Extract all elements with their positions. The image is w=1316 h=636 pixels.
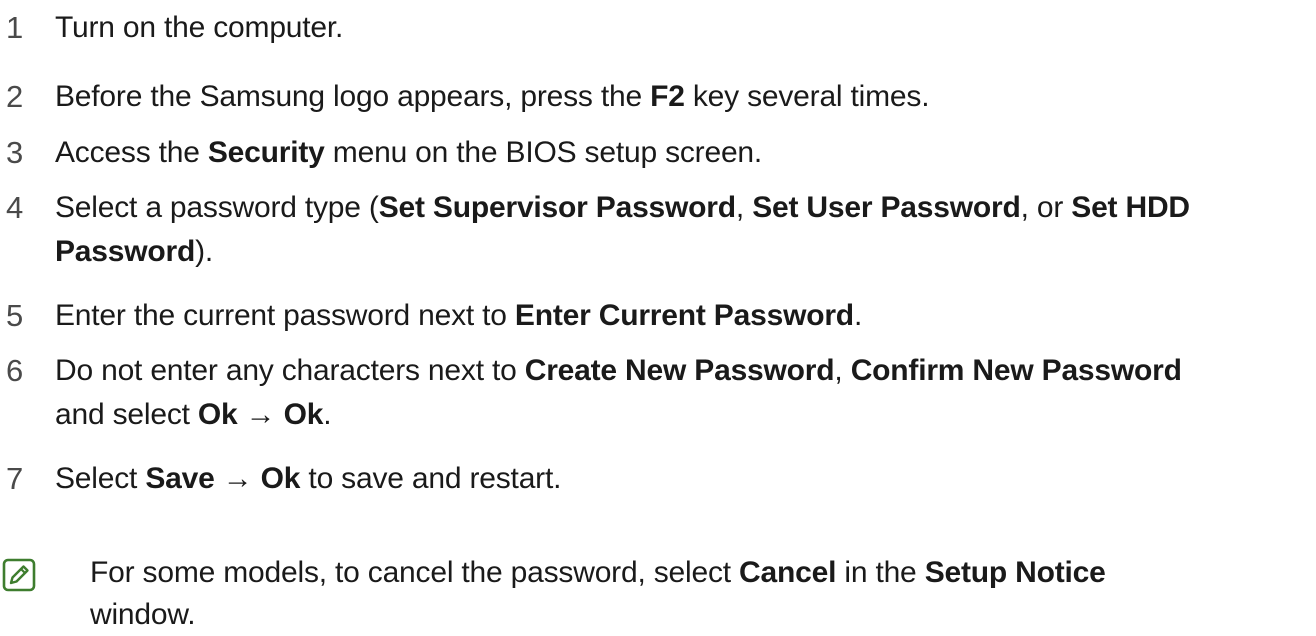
text-run: to save and restart. [300, 462, 562, 495]
step-text: Enter the current password next to Enter… [55, 294, 1310, 338]
bold-term: Set User Password [752, 191, 1021, 224]
step-text: Do not enter any characters next to Crea… [55, 349, 1310, 437]
bold-term: Enter Current Password [514, 299, 854, 332]
text-run: . [323, 398, 332, 431]
step-text: Turn on the computer. [55, 6, 1310, 50]
step-text: Access the Security menu on the BIOS set… [55, 131, 1310, 175]
note-text-line: For some models, to cancel the password,… [90, 552, 1310, 594]
text-run: Turn on the computer. [55, 11, 344, 44]
bold-term: Set Supervisor Password [378, 191, 736, 224]
text-run: , or [1020, 191, 1072, 224]
step-text-line: and select Ok → Ok. [55, 393, 1310, 437]
bold-term: Security [207, 136, 325, 169]
bold-term: Setup Notice [924, 556, 1106, 589]
step-text-line: Password). [55, 230, 1310, 274]
text-run: Enter the current password next to [55, 299, 515, 332]
bold-term: Create New Password [524, 354, 835, 387]
step-number: 2 [6, 79, 24, 114]
text-run: → [237, 398, 284, 431]
step-text: Before the Samsung logo appears, press t… [55, 75, 1310, 119]
bold-term: Save [145, 462, 215, 495]
bold-term: Password [55, 235, 196, 268]
text-run: For some models, to cancel the password,… [90, 556, 740, 589]
bold-term: Cancel [739, 556, 837, 589]
step-text-line: Do not enter any characters next to Crea… [55, 349, 1310, 393]
step-number: 7 [6, 461, 24, 496]
bold-term: F2 [650, 80, 685, 113]
text-run: window. [90, 598, 196, 631]
step-text-line: Select a password type (Set Supervisor P… [55, 186, 1310, 230]
bold-term: Ok [197, 398, 238, 431]
text-run: and select [55, 398, 198, 431]
step-number: 4 [6, 190, 24, 225]
step-number: 1 [6, 10, 24, 45]
text-run: , [735, 191, 753, 224]
text-run: key several times. [684, 80, 930, 113]
note-pencil-icon [2, 558, 36, 592]
text-run: → [214, 462, 261, 495]
step-text: Select a password type (Set Supervisor P… [55, 186, 1310, 274]
text-run: , [834, 354, 851, 387]
text-run: ). [195, 235, 214, 268]
bold-term: Set HDD [1071, 191, 1190, 224]
step-text: Select Save → Ok to save and restart. [55, 457, 1310, 501]
text-run: menu on the BIOS setup screen. [324, 136, 763, 169]
step-number: 3 [6, 135, 24, 170]
instruction-document: 1 Turn on the computer. 2 Before the Samsun… [0, 0, 1316, 633]
step-number: 6 [6, 353, 24, 388]
text-run: Access the [55, 136, 208, 169]
note-text: For some models, to cancel the password,… [90, 552, 1310, 636]
step-number: 5 [6, 298, 24, 333]
note-text-line: window. [90, 594, 1310, 636]
text-run: in the [836, 556, 925, 589]
bold-term: Confirm New Password [850, 354, 1182, 387]
text-run: Do not enter any characters next to [55, 354, 525, 387]
text-run: Select a password type ( [55, 191, 379, 224]
bold-term: Ok [260, 462, 301, 495]
text-run: Before the Samsung logo appears, press t… [55, 80, 651, 113]
text-run: . [853, 299, 863, 332]
bold-term: Ok [283, 398, 324, 431]
text-run: Select [55, 462, 146, 495]
